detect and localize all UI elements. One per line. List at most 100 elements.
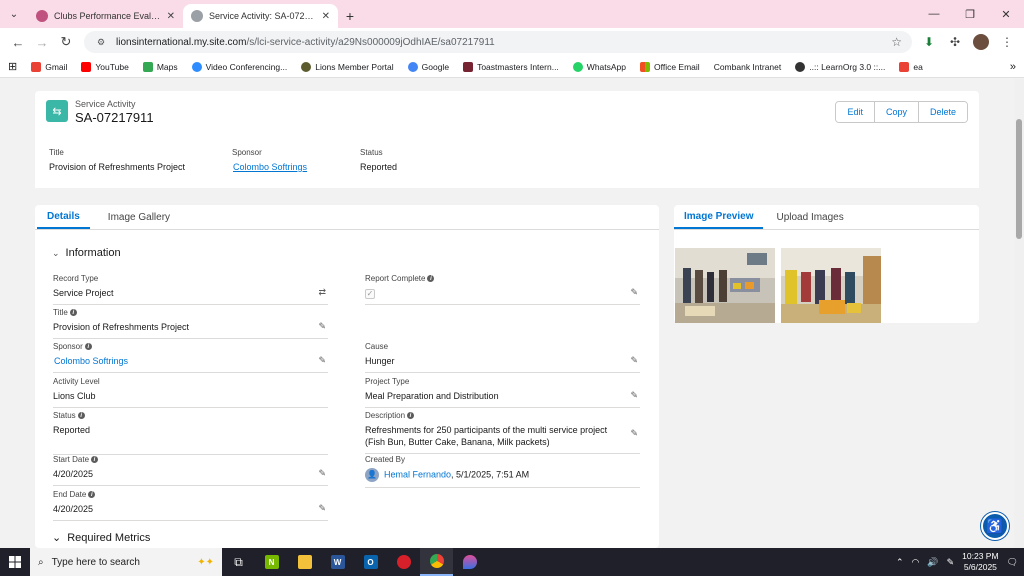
section-required-metrics[interactable]: ⌄ Required Metrics [52, 531, 150, 545]
page-scrollbar[interactable] [1014, 79, 1024, 548]
browser-tab-clubs[interactable]: Clubs Performance Evaluation S ✕ [28, 4, 183, 28]
info-icon[interactable]: i [69, 309, 77, 316]
bookmark-star-icon[interactable]: ☆ [891, 35, 902, 49]
droplet-app-icon[interactable] [453, 548, 486, 576]
details-tabs: Details Image Gallery [35, 205, 659, 230]
windows-start-icon[interactable] [0, 548, 30, 576]
tab-image-gallery[interactable]: Image Gallery [98, 205, 180, 229]
info-icon[interactable]: i [407, 412, 415, 419]
highlight-title: Title Provision of Refreshments Project [49, 148, 186, 172]
new-tab-icon[interactable]: + [338, 4, 362, 28]
outlook-icon[interactable]: O [354, 548, 387, 576]
google-icon [407, 61, 418, 72]
close-window-icon[interactable]: ✕ [988, 0, 1024, 28]
url-path: /s/lci-service-activity/a29Ns000009jOdhI… [246, 36, 495, 48]
nvidia-icon[interactable]: N [255, 548, 288, 576]
info-icon[interactable]: i [88, 491, 96, 498]
sponsor-link[interactable]: Colombo Softrings [233, 162, 307, 172]
tab-details[interactable]: Details [37, 205, 90, 229]
bookmark-maps[interactable]: Maps [142, 61, 178, 72]
bookmark-video-conferencing[interactable]: Video Conferencing... [191, 61, 287, 72]
delete-button[interactable]: Delete [918, 102, 967, 122]
edit-pencil-icon[interactable]: ✎ [318, 355, 326, 366]
bookmark-office-email[interactable]: Office Email [640, 61, 700, 72]
info-icon[interactable]: i [91, 456, 99, 463]
browser-tab-service-activity[interactable]: Service Activity: SA-07217911 ✕ [183, 4, 338, 28]
maps-icon [142, 61, 153, 72]
opera-icon[interactable] [387, 548, 420, 576]
close-icon[interactable]: ✕ [167, 11, 175, 22]
bookmark-combank-intranet[interactable]: Combank Intranet [714, 62, 782, 72]
extensions-icon[interactable]: ✣ [944, 31, 966, 53]
report-complete-checkbox[interactable]: ✓ [365, 289, 375, 299]
network-icon[interactable]: ◠ [912, 557, 920, 568]
download-icon[interactable]: ⬇ [918, 31, 940, 53]
chrome-icon[interactable] [420, 548, 453, 576]
tab-upload-images[interactable]: Upload Images [766, 205, 853, 229]
image-preview-panel: Image Preview Upload Images [674, 205, 979, 323]
highlight-status: Status Reported [360, 148, 398, 172]
window-controls: — ❐ ✕ [916, 0, 1024, 28]
chevron-up-icon[interactable]: ⌃ [896, 557, 904, 568]
volume-icon[interactable]: 🔊 [927, 557, 938, 568]
info-icon[interactable]: i [427, 275, 435, 282]
preview-tabs: Image Preview Upload Images [674, 205, 979, 230]
tab-title: Clubs Performance Evaluation S [54, 11, 161, 21]
edit-button[interactable]: Edit [836, 102, 875, 122]
tab-search-icon[interactable]: ⌄ [0, 0, 28, 28]
site-info-icon[interactable]: ⚙ [94, 35, 108, 49]
back-icon[interactable]: ← [6, 30, 30, 54]
system-clock[interactable]: 10:23 PM 5/6/2025 [962, 551, 998, 573]
bookmark-whatsapp[interactable]: WhatsApp [572, 61, 626, 72]
toastmasters-icon [463, 61, 474, 72]
event-photo-2[interactable] [781, 248, 881, 323]
record-actions: Edit Copy Delete [835, 101, 968, 123]
word-icon[interactable]: W [321, 548, 354, 576]
apps-grid-icon[interactable]: ⊞ [8, 60, 17, 73]
reload-icon[interactable]: ↻ [54, 30, 78, 54]
change-record-type-icon[interactable]: ⇄ [318, 287, 326, 298]
pen-icon[interactable]: ✎ [947, 557, 955, 568]
file-explorer-icon[interactable] [288, 548, 321, 576]
tab-image-preview[interactable]: Image Preview [674, 205, 764, 229]
field-created-by: Created By 👤 Hemal Fernando, 5/1/2025, 7:… [365, 455, 640, 488]
menu-dots-icon[interactable]: ⋮ [996, 31, 1018, 53]
edit-pencil-icon[interactable]: ✎ [630, 428, 638, 439]
minimize-icon[interactable]: — [916, 0, 952, 28]
forward-icon[interactable]: → [30, 30, 54, 54]
task-view-icon[interactable]: ⧉ [222, 548, 255, 576]
bookmark-ea[interactable]: ea [899, 61, 923, 72]
scrollbar-thumb[interactable] [1016, 119, 1022, 239]
field-sponsor: Sponsor i Colombo Softrings ✎ [53, 342, 328, 373]
profile-avatar[interactable] [970, 31, 992, 53]
copy-button[interactable]: Copy [874, 102, 919, 122]
accessibility-icon[interactable]: ♿ [981, 512, 1009, 540]
restore-icon[interactable]: ❐ [952, 0, 988, 28]
info-icon[interactable]: i [84, 343, 92, 350]
event-photo-1[interactable] [675, 248, 775, 323]
section-information[interactable]: ⌄ Information [52, 247, 121, 259]
edit-pencil-icon[interactable]: ✎ [318, 503, 326, 514]
taskbar-search-input[interactable]: ⌕ Type here to search ✦✦ [30, 548, 222, 576]
address-bar[interactable]: ⚙ lionsinternational.my.site.com/s/lci-s… [84, 31, 912, 53]
edit-pencil-icon[interactable]: ✎ [318, 468, 326, 479]
more-bookmarks-icon[interactable]: » [1010, 61, 1016, 73]
bookmark-learnorg[interactable]: ..:: LearnOrg 3.0 ::... [795, 61, 885, 72]
bookmark-gmail[interactable]: Gmail [31, 61, 67, 72]
field-project-type: Project Type Meal Preparation and Distri… [365, 377, 640, 408]
edit-pencil-icon[interactable]: ✎ [630, 355, 638, 366]
notifications-icon[interactable]: 🗨 [1007, 557, 1018, 568]
highlight-sponsor: Sponsor Colombo Softrings [232, 148, 308, 172]
info-icon[interactable]: i [77, 412, 85, 419]
created-by-user-link[interactable]: Hemal Fernando [384, 469, 451, 479]
bookmark-lions-member-portal[interactable]: Lions Member Portal [301, 61, 394, 72]
edit-pencil-icon[interactable]: ✎ [630, 390, 638, 401]
edit-pencil-icon[interactable]: ✎ [318, 321, 326, 332]
bookmark-google[interactable]: Google [407, 61, 449, 72]
edit-pencil-icon[interactable]: ✎ [630, 287, 638, 298]
microsoft-icon [640, 61, 651, 72]
sponsor-link[interactable]: Colombo Softrings [54, 355, 328, 372]
bookmark-youtube[interactable]: YouTube [81, 61, 129, 72]
close-icon[interactable]: ✕ [322, 11, 330, 22]
bookmark-toastmasters[interactable]: Toastmasters Intern... [463, 61, 559, 72]
